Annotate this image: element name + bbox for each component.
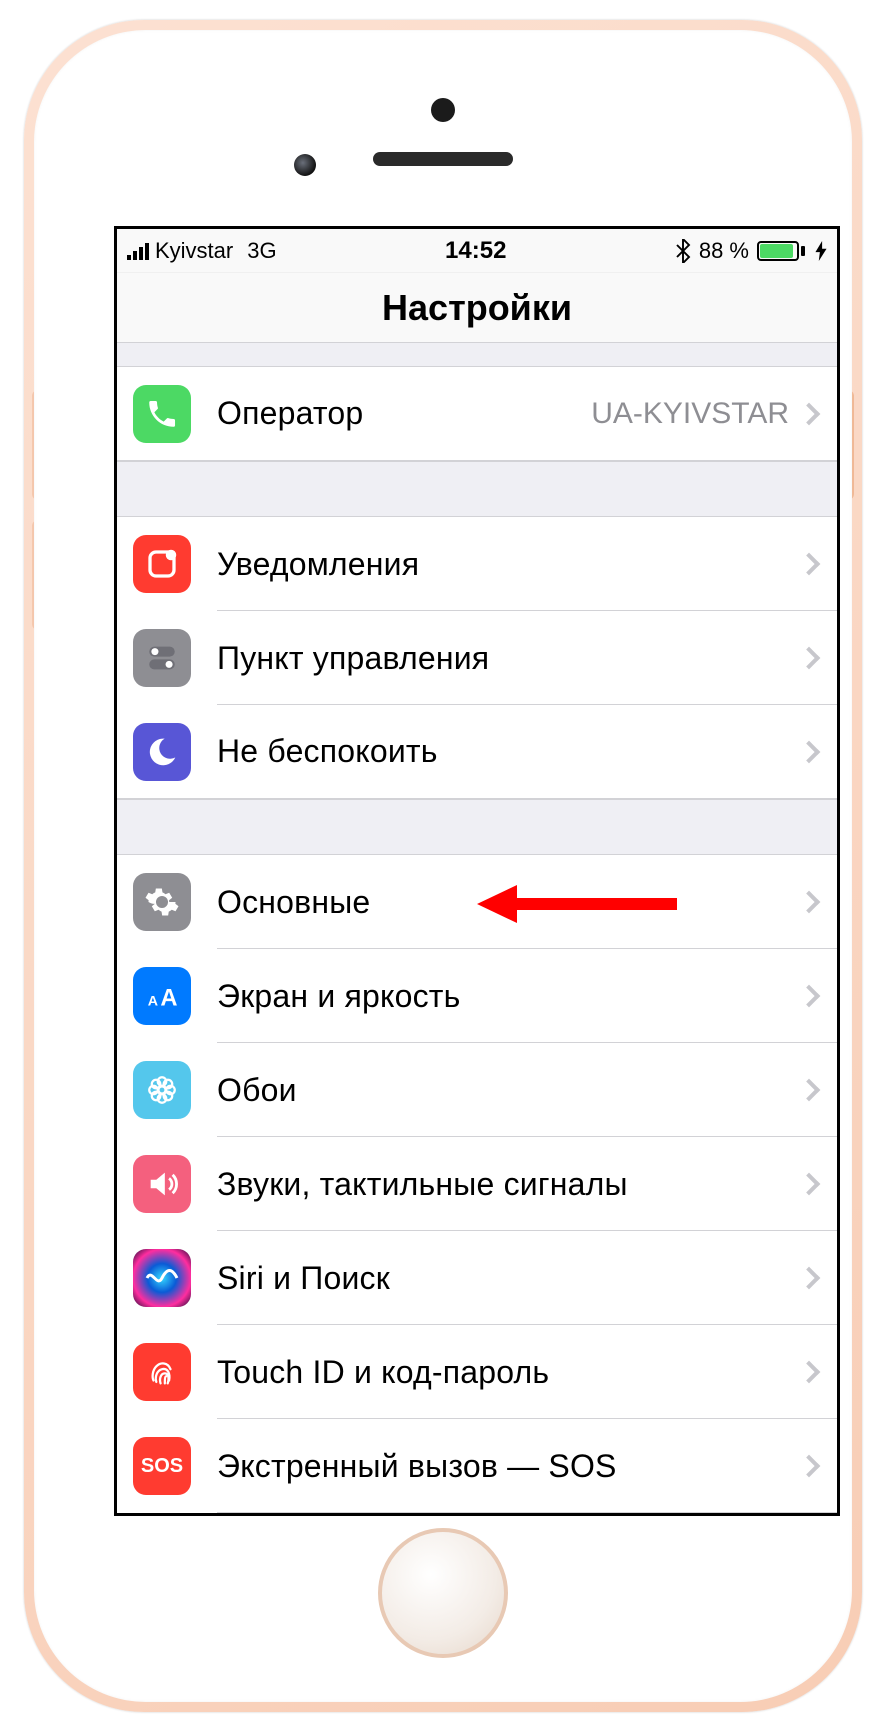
chevron-right-icon (798, 1267, 821, 1290)
battery-percent: 88 % (699, 238, 749, 264)
notifications-icon (133, 535, 191, 593)
nav-title: Настройки (117, 273, 837, 343)
chevron-right-icon (798, 985, 821, 1008)
settings-row-carrier[interactable]: Оператор UA-KYIVSTAR (117, 367, 837, 461)
phone-frame: Kyivstar 3G 14:52 88 % (24, 20, 862, 1712)
settings-row-control-center[interactable]: Пункт управления (117, 611, 837, 705)
settings-row-general[interactable]: Основные (117, 855, 837, 949)
network-label: 3G (247, 238, 276, 264)
row-label: Экстренный вызов — SOS (217, 1448, 801, 1485)
carrier-label: Kyivstar (155, 238, 233, 264)
phone-icon (133, 385, 191, 443)
speaker-icon (133, 1155, 191, 1213)
settings-row-dnd[interactable]: Не беспокоить (117, 705, 837, 799)
chevron-right-icon (798, 1079, 821, 1102)
chevron-right-icon (798, 740, 821, 763)
section-separator (117, 343, 837, 367)
row-label: Пункт управления (217, 640, 801, 677)
siri-icon (133, 1249, 191, 1307)
proximity-sensor (431, 98, 455, 122)
screen: Kyivstar 3G 14:52 88 % (114, 226, 840, 1516)
flower-icon (133, 1061, 191, 1119)
settings-row-sounds[interactable]: Звуки, тактильные сигналы (117, 1137, 837, 1231)
row-label: Уведомления (217, 546, 801, 583)
chevron-right-icon (798, 1173, 821, 1196)
battery-icon (757, 241, 805, 261)
chevron-right-icon (798, 1361, 821, 1384)
settings-row-display[interactable]: AA Экран и яркость (117, 949, 837, 1043)
clock: 14:52 (277, 237, 675, 265)
settings-row-wallpaper[interactable]: Обои (117, 1043, 837, 1137)
row-label: Обои (217, 1072, 801, 1109)
row-value: UA-KYIVSTAR (591, 397, 789, 431)
svg-text:A: A (160, 985, 177, 1012)
control-center-icon (133, 629, 191, 687)
signal-strength-icon (127, 242, 149, 260)
chevron-right-icon (798, 553, 821, 576)
section-separator (117, 799, 837, 855)
section-separator (117, 461, 837, 517)
row-label: Siri и Поиск (217, 1260, 801, 1297)
row-label: Основные (217, 884, 801, 921)
settings-row-battery[interactable]: Аккумулятор (117, 1513, 837, 1516)
chevron-right-icon (798, 1455, 821, 1478)
chevron-right-icon (798, 891, 821, 914)
bluetooth-icon (675, 239, 691, 263)
row-label: Не беспокоить (217, 733, 801, 770)
text-size-icon: AA (133, 967, 191, 1025)
row-label: Touch ID и код-пароль (217, 1354, 801, 1391)
row-label: Экран и яркость (217, 978, 801, 1015)
fingerprint-icon (133, 1343, 191, 1401)
chevron-right-icon (798, 647, 821, 670)
sos-icon: SOS (133, 1437, 191, 1495)
earpiece-speaker (373, 152, 513, 166)
status-bar: Kyivstar 3G 14:52 88 % (117, 229, 837, 273)
row-label: Звуки, тактильные сигналы (217, 1166, 801, 1203)
phone-bezel: Kyivstar 3G 14:52 88 % (34, 30, 852, 1702)
front-camera (294, 154, 316, 176)
svg-text:A: A (148, 994, 158, 1010)
settings-row-touchid[interactable]: Touch ID и код-пароль (117, 1325, 837, 1419)
home-button[interactable] (378, 1528, 508, 1658)
page-title: Настройки (382, 287, 572, 329)
settings-row-siri[interactable]: Siri и Поиск (117, 1231, 837, 1325)
settings-row-sos[interactable]: SOS Экстренный вызов — SOS (117, 1419, 837, 1513)
row-label: Оператор (217, 395, 591, 432)
settings-row-notifications[interactable]: Уведомления (117, 517, 837, 611)
sos-text: SOS (141, 1455, 183, 1478)
charging-icon (815, 241, 827, 261)
chevron-right-icon (798, 402, 821, 425)
moon-icon (133, 723, 191, 781)
gear-icon (133, 873, 191, 931)
